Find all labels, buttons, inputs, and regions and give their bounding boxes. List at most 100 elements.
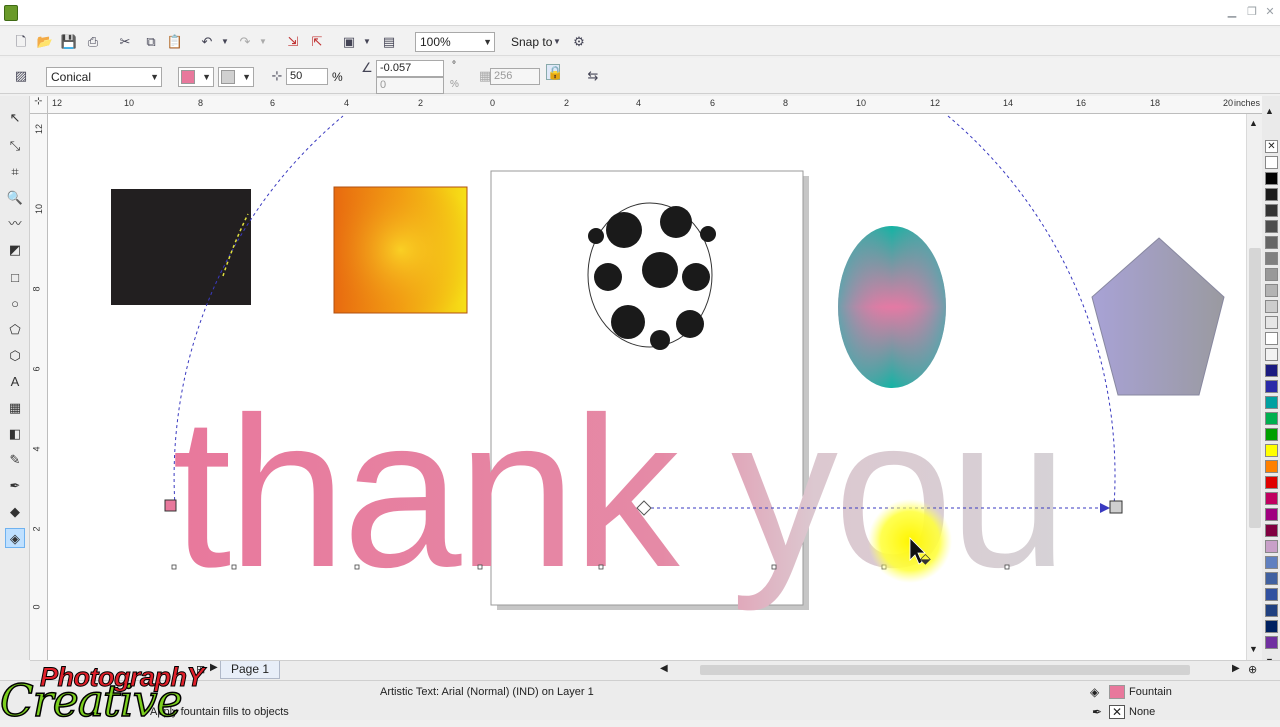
black-rectangle[interactable] xyxy=(111,189,251,305)
shape-tool-icon[interactable]: ⤡ xyxy=(5,136,25,156)
smart-fill-tool-icon[interactable]: ◩ xyxy=(5,240,25,260)
palette-swatch[interactable] xyxy=(1265,620,1278,633)
palette-swatch[interactable] xyxy=(1265,460,1278,473)
palette-swatch[interactable] xyxy=(1265,524,1278,537)
launcher-dropdown-icon[interactable]: ▼ xyxy=(362,34,372,50)
text-tool-icon[interactable]: A xyxy=(5,372,25,392)
palette-swatch[interactable] xyxy=(1265,364,1278,377)
angle-input[interactable]: -0.057 xyxy=(376,60,444,77)
minimize-button[interactable]: ▁ xyxy=(1224,4,1240,20)
palette-swatch[interactable] xyxy=(1265,412,1278,425)
palette-swatch[interactable] xyxy=(1265,316,1278,329)
palette-swatch[interactable] xyxy=(1265,172,1278,185)
palette-swatch[interactable] xyxy=(1265,508,1278,521)
scroll-down-icon[interactable]: ▼ xyxy=(1249,644,1258,654)
start-color-picker[interactable]: ▼ xyxy=(178,67,214,87)
basic-shapes-tool-icon[interactable]: ⬡ xyxy=(5,346,25,366)
eyedropper-tool-icon[interactable]: ✎ xyxy=(5,450,25,470)
vertical-scroll-thumb[interactable] xyxy=(1249,248,1261,528)
palette-swatch[interactable] xyxy=(1265,156,1278,169)
palette-swatch[interactable] xyxy=(1265,604,1278,617)
horizontal-ruler[interactable]: 12 10 8 6 4 2 0 2 4 6 8 10 12 14 16 18 20 inches xyxy=(48,96,1262,114)
vertical-ruler[interactable]: 12 10 8 6 4 2 0 xyxy=(30,114,48,660)
import-icon[interactable]: ⇲ xyxy=(284,34,302,50)
palette-swatch[interactable] xyxy=(1265,556,1278,569)
crop-tool-icon[interactable]: ⌗ xyxy=(5,162,25,182)
palette-swatch[interactable] xyxy=(1265,220,1278,233)
fill-color-indicator[interactable] xyxy=(1109,685,1125,699)
new-document-icon[interactable]: 🗋 xyxy=(12,34,30,50)
palette-swatch[interactable] xyxy=(1265,476,1278,489)
pick-tool-icon[interactable]: ↖ xyxy=(5,108,25,128)
palette-swatch[interactable] xyxy=(1265,380,1278,393)
save-icon[interactable]: 💾 xyxy=(60,34,78,50)
no-color-swatch[interactable]: ✕ xyxy=(1265,140,1278,153)
snap-to-label[interactable]: Snap to xyxy=(511,35,552,49)
options-icon[interactable]: ⚙ xyxy=(570,34,588,50)
horizontal-scroll-thumb[interactable] xyxy=(700,665,1190,675)
ellipse-tool-icon[interactable]: ○ xyxy=(5,294,25,314)
close-button[interactable]: ✕ xyxy=(1262,4,1278,20)
scroll-right-icon[interactable]: ▶ xyxy=(1232,663,1240,674)
blend-tool-icon[interactable]: ◧ xyxy=(5,424,25,444)
ruler-origin-icon[interactable]: ⊹ xyxy=(30,96,48,114)
open-folder-icon[interactable]: 📂 xyxy=(36,34,54,50)
palette-scroll-up-icon[interactable]: ▲ xyxy=(1265,106,1274,116)
horizontal-scrollbar[interactable]: ◀ ▶ ⊕ xyxy=(660,663,1260,677)
end-color-picker[interactable]: ▼ xyxy=(218,67,254,87)
end-color-handle[interactable] xyxy=(1109,500,1123,514)
palette-swatch[interactable] xyxy=(1265,300,1278,313)
fill-type-dropdown[interactable]: Conical ▼ xyxy=(46,67,162,87)
edge-pad-input[interactable]: 0 xyxy=(376,77,444,94)
redo-icon[interactable]: ↷ xyxy=(236,34,254,50)
palette-swatch[interactable] xyxy=(1265,540,1278,553)
polygon-tool-icon[interactable]: ⬠ xyxy=(5,320,25,340)
application-launcher-icon[interactable]: ▣ xyxy=(340,34,358,50)
palette-swatch[interactable] xyxy=(1265,492,1278,505)
zoom-tool-icon[interactable]: 🔍 xyxy=(5,188,25,208)
start-color-handle[interactable] xyxy=(164,499,177,512)
paste-icon[interactable]: 📋 xyxy=(166,34,184,50)
palette-swatch[interactable] xyxy=(1265,188,1278,201)
palette-swatch[interactable] xyxy=(1265,572,1278,585)
midpoint-input[interactable]: 50 xyxy=(286,68,328,85)
palette-swatch[interactable] xyxy=(1265,396,1278,409)
square-fill-ellipse[interactable] xyxy=(838,226,946,388)
copy-icon[interactable]: ⧉ xyxy=(142,34,160,50)
interactive-fill-tool-icon[interactable]: ◈ xyxy=(5,528,25,548)
palette-swatch[interactable] xyxy=(1265,588,1278,601)
welcome-screen-icon[interactable]: ▤ xyxy=(380,34,398,50)
palette-swatch[interactable] xyxy=(1265,348,1278,361)
vertical-scrollbar[interactable]: ▲ ▼ xyxy=(1246,114,1262,660)
export-icon[interactable]: ⇱ xyxy=(308,34,326,50)
palette-swatch[interactable] xyxy=(1265,284,1278,297)
zoom-levels-dropdown[interactable]: 100% ▼ xyxy=(415,32,495,52)
snap-to-dropdown-icon[interactable]: ▼ xyxy=(552,34,562,50)
navigator-icon[interactable]: ⊕ xyxy=(1248,663,1257,676)
table-tool-icon[interactable]: ▦ xyxy=(5,398,25,418)
outline-none-indicator[interactable]: ✕ xyxy=(1109,705,1125,719)
scroll-left-icon[interactable]: ◀ xyxy=(660,663,668,674)
print-icon[interactable]: ⎙ xyxy=(84,34,102,50)
rectangle-tool-icon[interactable]: □ xyxy=(5,268,25,288)
palette-swatch[interactable] xyxy=(1265,332,1278,345)
palette-swatch[interactable] xyxy=(1265,236,1278,249)
palette-swatch[interactable] xyxy=(1265,444,1278,457)
steps-input[interactable]: 256 xyxy=(490,68,540,85)
freehand-tool-icon[interactable]: 〰 xyxy=(5,214,25,234)
restore-button[interactable]: ❐ xyxy=(1244,4,1260,20)
undo-icon[interactable]: ↶ xyxy=(198,34,216,50)
palette-swatch[interactable] xyxy=(1265,636,1278,649)
scroll-up-icon[interactable]: ▲ xyxy=(1249,118,1258,128)
outline-pen-tool-icon[interactable]: ✒ xyxy=(5,476,25,496)
gradient-pentagon[interactable] xyxy=(1091,237,1225,396)
undo-dropdown-icon[interactable]: ▼ xyxy=(220,34,230,50)
copy-fill-properties-icon[interactable]: ⇆ xyxy=(584,68,602,84)
fill-presets-icon[interactable]: ▨ xyxy=(12,68,30,84)
palette-swatch[interactable] xyxy=(1265,268,1278,281)
cut-icon[interactable]: ✂ xyxy=(116,34,134,50)
drawing-canvas[interactable]: thank you ⬙ xyxy=(48,114,1246,660)
conical-fill-square[interactable] xyxy=(333,186,468,314)
redo-dropdown-icon[interactable]: ▼ xyxy=(258,34,268,50)
palette-swatch[interactable] xyxy=(1265,204,1278,217)
